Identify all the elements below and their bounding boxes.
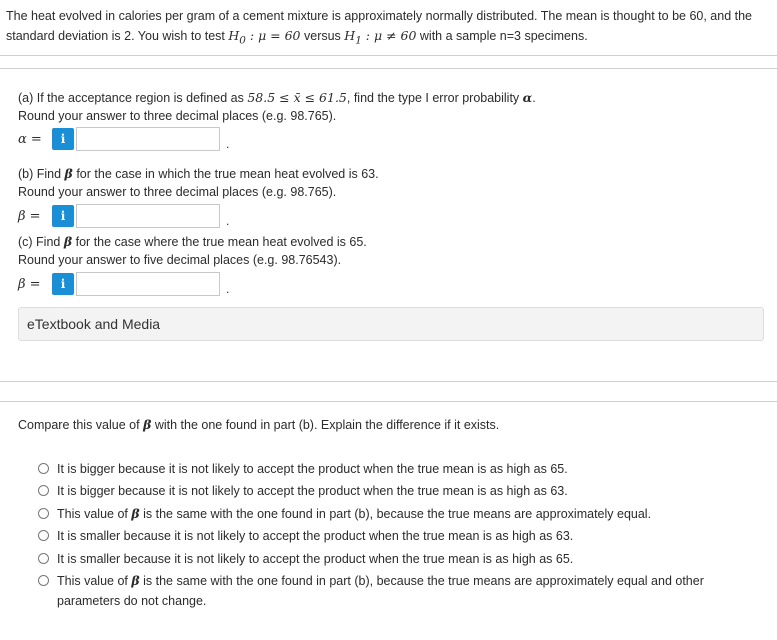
h0-subscript: 0 <box>239 34 246 47</box>
input-period: . <box>226 214 230 228</box>
alpha-label: α = <box>18 131 42 147</box>
divider <box>0 381 777 382</box>
option-text: is the same with the one found in part (… <box>139 507 652 521</box>
beta-symbol: β <box>63 234 73 249</box>
answer-option[interactable]: It is bigger because it is not likely to… <box>38 459 747 479</box>
answer-option[interactable]: It is smaller because it is not likely t… <box>38 526 747 546</box>
input-period: . <box>226 137 230 151</box>
info-icon[interactable]: i <box>52 273 74 295</box>
divider <box>0 68 777 69</box>
answer-option[interactable]: It is bigger because it is not likely to… <box>38 481 747 501</box>
h0-statement: : μ = 60 <box>245 28 301 43</box>
problem-statement: The heat evolved in calories per gram of… <box>6 6 771 51</box>
part-b-question: (b) Find β for the case in which the tru… <box>18 165 379 183</box>
part-c-question: (c) Find β for the case where the true m… <box>18 233 367 251</box>
radio-button[interactable] <box>38 553 49 564</box>
option-label: It is smaller because it is not likely t… <box>57 529 574 543</box>
beta-symbol: β <box>131 506 140 521</box>
beta-label: β = <box>18 276 41 292</box>
beta-b-answer-input[interactable] <box>76 204 220 228</box>
option-text: This value of <box>57 574 132 588</box>
divider <box>0 401 777 402</box>
answer-option[interactable]: This value of β is the same with the one… <box>38 504 747 524</box>
option-label: It is bigger because it is not likely to… <box>57 462 568 476</box>
answer-option[interactable]: It is smaller because it is not likely t… <box>38 549 747 569</box>
alpha-answer-input[interactable] <box>76 127 220 151</box>
versus-text: versus <box>300 29 345 43</box>
h1-symbol: H <box>344 28 356 43</box>
part-a-rounding: Round your answer to three decimal place… <box>18 109 337 123</box>
radio-button[interactable] <box>38 508 49 519</box>
part-b-rounding: Round your answer to three decimal place… <box>18 185 337 199</box>
option-text: is the same with the one found in part (… <box>57 574 704 608</box>
radio-button[interactable] <box>38 530 49 541</box>
beta-symbol: β <box>64 166 73 181</box>
compare-text: Compare this value of <box>18 418 144 432</box>
h1-statement: : μ ≠ 60 <box>361 28 417 43</box>
null-hypothesis: H0 : μ = 60 <box>228 28 301 47</box>
compare-text-post: with the one found in part (b). Explain … <box>151 418 500 432</box>
part-c-answer-row: β = i . <box>18 271 229 297</box>
alpha-symbol: α <box>522 90 533 105</box>
radio-button[interactable] <box>38 463 49 474</box>
radio-button[interactable] <box>38 575 49 586</box>
option-label: It is bigger because it is not likely to… <box>57 484 568 498</box>
info-icon[interactable]: i <box>52 205 74 227</box>
answer-option[interactable]: This value of β is the same with the one… <box>38 571 747 611</box>
option-label: This value of β is the same with the one… <box>57 571 747 611</box>
beta-c-answer-input[interactable] <box>76 272 220 296</box>
beta-label: β = <box>18 208 41 224</box>
part-a-end: . <box>532 91 536 105</box>
part-b-answer-row: β = i . <box>18 203 229 229</box>
info-icon[interactable]: i <box>52 128 74 150</box>
acceptance-region: 58.5 ≤ x̄ ≤ 61.5 <box>247 90 347 105</box>
part-a-answer-row: α = i . <box>18 126 229 152</box>
intro-text-end: with a sample n=3 specimens. <box>416 29 588 43</box>
part-c-text-post: for the case where the true mean heat ev… <box>72 235 367 249</box>
divider <box>0 55 777 56</box>
part-b-text: (b) Find <box>18 167 65 181</box>
alternative-hypothesis: H1 : μ ≠ 60 <box>344 28 417 47</box>
part-c-rounding: Round your answer to five decimal places… <box>18 253 342 267</box>
part-c-text: (c) Find <box>18 235 64 249</box>
option-label: This value of β is the same with the one… <box>57 504 747 524</box>
part-a-text-post: , find the type I error probability <box>346 91 523 105</box>
part-a-text: (a) If the acceptance region is defined … <box>18 91 248 105</box>
h0-symbol: H <box>228 28 240 43</box>
beta-symbol: β <box>131 573 140 588</box>
radio-button[interactable] <box>38 485 49 496</box>
part-b-text-post: for the case in which the true mean heat… <box>72 167 379 181</box>
h1-subscript: 1 <box>355 34 362 47</box>
compare-question: Compare this value of β with the one fou… <box>18 416 499 434</box>
option-text: This value of <box>57 507 132 521</box>
part-a-question: (a) If the acceptance region is defined … <box>18 89 536 107</box>
input-period: . <box>226 282 230 296</box>
etextbook-media-link[interactable]: eTextbook and Media <box>18 307 764 341</box>
option-label: It is smaller because it is not likely t… <box>57 552 574 566</box>
